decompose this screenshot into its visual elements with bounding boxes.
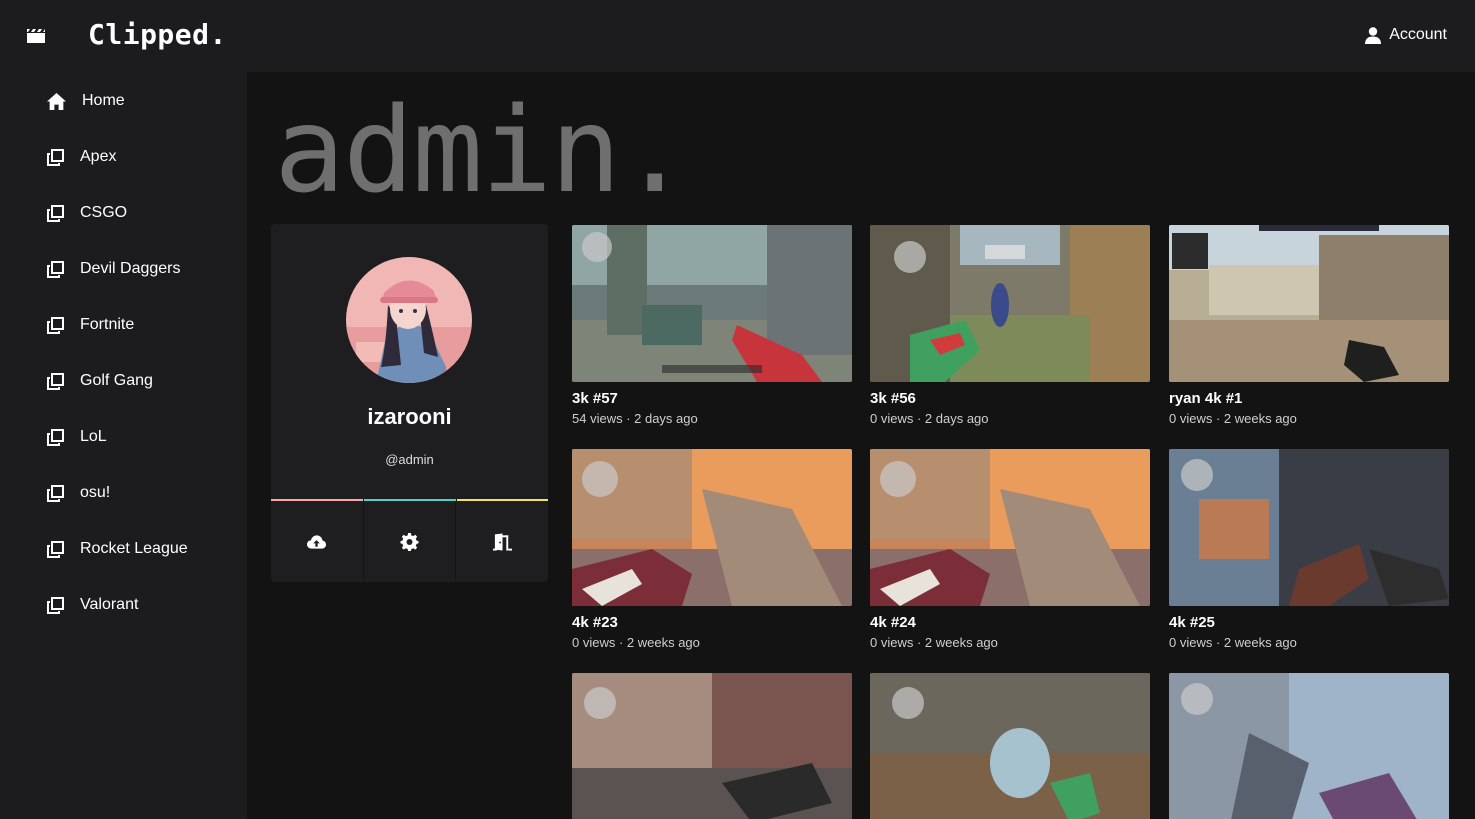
external-link-icon	[47, 540, 64, 558]
page-title: admin.	[274, 81, 690, 219]
sidebar-item-label: Fortnite	[80, 316, 135, 333]
sidebar-item-label: osu!	[80, 484, 111, 501]
sidebar-item-apex[interactable]: Apex	[47, 145, 116, 169]
clapperboard-icon[interactable]	[27, 29, 45, 43]
sidebar-item-label: Rocket League	[80, 540, 188, 557]
clip-card[interactable]	[572, 673, 854, 819]
clip-meta: 0 views · 2 weeks ago	[870, 635, 998, 650]
sidebar-item-label: Golf Gang	[80, 372, 153, 389]
clip-title[interactable]: 3k #57	[572, 390, 854, 407]
external-link-icon	[47, 204, 64, 222]
cloud-upload-icon	[307, 534, 327, 549]
clip-card[interactable]	[1169, 673, 1451, 819]
clip-card[interactable]: ryan 4k #1 0 views · 2 weeks ago	[1169, 225, 1451, 426]
brand-logo-text[interactable]: Clipped.	[88, 18, 227, 51]
sidebar-item-valorant[interactable]: Valorant	[47, 593, 138, 617]
clip-card[interactable]: 3k #57 54 views · 2 days ago	[572, 225, 854, 426]
clip-meta: 54 views · 2 days ago	[572, 411, 698, 426]
clip-thumbnail[interactable]	[870, 225, 1150, 382]
clip-thumbnail[interactable]	[870, 673, 1150, 819]
sidebar: Home Apex CSGO Devil Daggers Fortnite Go…	[0, 72, 247, 819]
clip-title[interactable]: ryan 4k #1	[1169, 390, 1451, 407]
profile-display-name: izarooni	[367, 404, 452, 429]
clip-meta: 0 views · 2 weeks ago	[572, 635, 700, 650]
external-link-icon	[47, 148, 64, 166]
sidebar-item-home[interactable]: Home	[47, 89, 125, 113]
external-link-icon	[47, 316, 64, 334]
external-link-icon	[47, 372, 64, 390]
profile-actions	[271, 501, 548, 582]
clip-title[interactable]: 4k #25	[1169, 614, 1451, 631]
sidebar-item-golf-gang[interactable]: Golf Gang	[47, 369, 153, 393]
sidebar-item-devil-daggers[interactable]: Devil Daggers	[47, 257, 180, 281]
clip-meta: 0 views · 2 weeks ago	[1169, 411, 1297, 426]
clip-card[interactable]: 4k #25 0 views · 2 weeks ago	[1169, 449, 1451, 650]
account-button[interactable]: Account	[1365, 26, 1447, 44]
upload-button[interactable]	[271, 501, 364, 582]
logout-button[interactable]	[456, 501, 548, 582]
sidebar-item-lol[interactable]: LoL	[47, 425, 107, 449]
clip-card[interactable]	[870, 673, 1152, 819]
clip-title[interactable]: 4k #23	[572, 614, 854, 631]
clip-meta: 0 views · 2 days ago	[870, 411, 989, 426]
clip-thumbnail[interactable]	[572, 673, 852, 819]
settings-button[interactable]	[364, 501, 457, 582]
sidebar-item-osu[interactable]: osu!	[47, 481, 110, 505]
sidebar-item-fortnite[interactable]: Fortnite	[47, 313, 134, 337]
clip-thumbnail[interactable]	[572, 449, 852, 606]
sidebar-item-label: Home	[82, 92, 125, 109]
user-icon	[1365, 26, 1382, 44]
home-icon	[47, 92, 66, 110]
external-link-icon	[47, 484, 64, 502]
sidebar-item-label: Devil Daggers	[80, 260, 181, 277]
profile-card: izarooni @admin	[271, 224, 548, 582]
top-bar: Clipped. Account	[0, 0, 1475, 72]
clip-title[interactable]: 4k #24	[870, 614, 1152, 631]
clip-thumbnail[interactable]	[870, 449, 1150, 606]
avatar	[346, 257, 472, 383]
sidebar-item-csgo[interactable]: CSGO	[47, 201, 127, 225]
sidebar-item-label: Valorant	[80, 596, 139, 613]
external-link-icon	[47, 428, 64, 446]
clip-thumbnail[interactable]	[1169, 225, 1449, 382]
clip-thumbnail[interactable]	[572, 225, 852, 382]
account-label: Account	[1389, 26, 1447, 43]
external-link-icon	[47, 260, 64, 278]
profile-handle: @admin	[385, 452, 434, 467]
clip-card[interactable]: 4k #23 0 views · 2 weeks ago	[572, 449, 854, 650]
sidebar-item-label: Apex	[80, 148, 117, 165]
sidebar-item-label: LoL	[80, 428, 107, 445]
external-link-icon	[47, 596, 64, 614]
clip-thumbnail[interactable]	[1169, 449, 1449, 606]
clip-thumbnail[interactable]	[1169, 673, 1449, 819]
clip-card[interactable]: 4k #24 0 views · 2 weeks ago	[870, 449, 1152, 650]
clip-meta: 0 views · 2 weeks ago	[1169, 635, 1297, 650]
main-content: admin. izarooni @admin 3k #57 54 views ·…	[247, 72, 1475, 819]
gear-icon	[400, 532, 419, 551]
sidebar-item-rocket-league[interactable]: Rocket League	[47, 537, 188, 561]
clip-card[interactable]: 3k #56 0 views · 2 days ago	[870, 225, 1152, 426]
sidebar-item-label: CSGO	[80, 204, 128, 221]
door-exit-icon	[492, 532, 512, 551]
clip-title[interactable]: 3k #56	[870, 390, 1152, 407]
